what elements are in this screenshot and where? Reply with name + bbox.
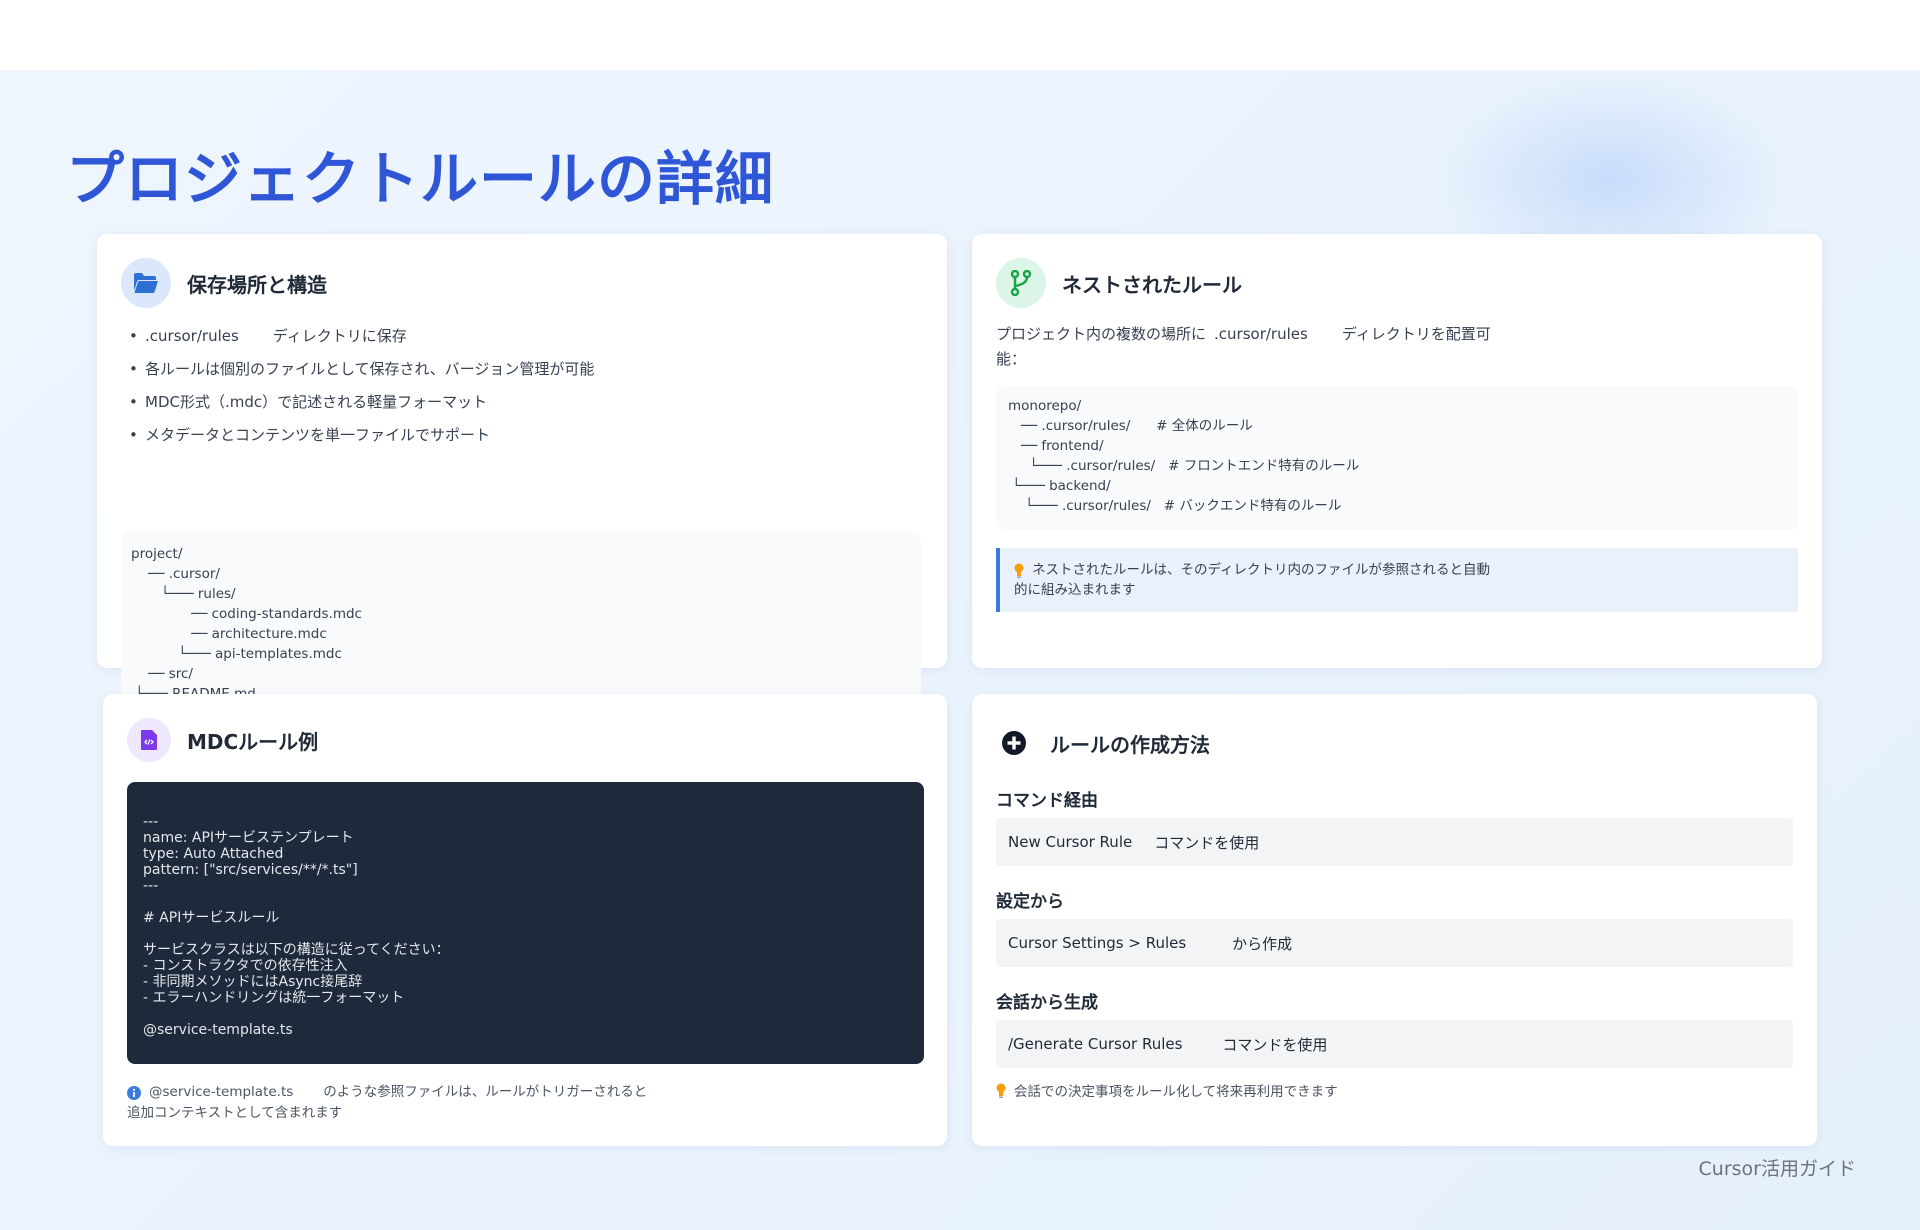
desc-text: 能：: [996, 350, 1027, 368]
method-heading: コマンド経由: [996, 791, 1098, 811]
tree-line: ── .cursor/: [131, 566, 220, 582]
command-name: Cursor Settings > Rules: [1008, 934, 1187, 952]
create-card-title: ルールの作成方法: [1050, 732, 1210, 757]
inline-code: .cursor/rules: [145, 327, 239, 345]
tip-text: 会話での決定事項をルール化して将来再利用できます: [1014, 1084, 1338, 1100]
tree-line: monorepo/: [1008, 398, 1082, 414]
mdc-card-title: MDCルール例: [187, 729, 319, 754]
folder-open-icon: [121, 258, 171, 308]
command-text: コマンドを使用: [1154, 833, 1260, 852]
tree-line: ── .cursor/rules/ # 全体のルール: [1008, 418, 1253, 434]
storage-card-title: 保存場所と構造: [187, 272, 327, 297]
monorepo-tree: monorepo/ ── .cursor/rules/ # 全体のルール ── …: [996, 386, 1798, 530]
command-name: New Cursor Rule: [1008, 833, 1133, 851]
slide-background: プロジェクトルールの詳細 保存場所と構造 .cursor/rules ディレクトリ…: [0, 70, 1920, 1230]
project-tree: project/ ── .cursor/ └─── rules/ ── codi…: [121, 532, 921, 712]
method-command-box: New Cursor Rule コマンドを使用: [996, 818, 1793, 866]
inline-code: @service-template.ts: [149, 1084, 294, 1100]
list-item: 各ルールは個別のファイルとして保存され、バージョン管理が可能: [129, 359, 594, 392]
method-command-box: Cursor Settings > Rules から作成: [996, 919, 1793, 967]
tree-line: └─── backend/: [1008, 478, 1111, 494]
create-rules-card: ルールの作成方法 コマンド経由 New Cursor Rule コマンドを使用 …: [972, 694, 1817, 1146]
list-item: メタデータとコンテンツを単一ファイルでサポート: [129, 425, 594, 458]
storage-card-header: 保存場所と構造: [121, 258, 327, 308]
page-title: プロジェクトルールの詳細: [66, 145, 775, 213]
lightbulb-icon: [996, 1083, 1006, 1098]
nested-rules-card: ネストされたルール プロジェクト内の複数の場所に .cursor/rules ディレ…: [972, 234, 1822, 668]
tree-line: └─── rules/: [131, 586, 236, 602]
method-heading: 設定から: [996, 892, 1064, 912]
mdc-example-card: MDCルール例 --- name: APIサービステンプレート type: Au…: [103, 694, 947, 1146]
tree-line: ── coding-standards.mdc: [131, 606, 362, 622]
lightbulb-icon: [1014, 563, 1024, 578]
tree-line: ── architecture.mdc: [131, 626, 327, 642]
create-card-header: ルールの作成方法: [994, 718, 1210, 768]
command-name: /Generate Cursor Rules: [1008, 1035, 1183, 1053]
method-heading: 会話から生成: [996, 993, 1098, 1013]
info-text: 追加コンテキストとして含まれます: [127, 1105, 343, 1121]
nested-card-header: ネストされたルール: [996, 258, 1242, 308]
nested-note: ネストされたルールは、そのディレクトリ内のファイルが参照されると自動 的に組み込…: [996, 548, 1798, 612]
storage-card: 保存場所と構造 .cursor/rules ディレクトリに保存 各ルールは個別のフ…: [97, 234, 947, 712]
footer-label: Cursor活用ガイド: [1698, 1158, 1856, 1180]
note-text: 的に組み込まれます: [1014, 582, 1136, 598]
mdc-info-text: @service-template.ts のような参照ファイルは、ルールがトリガ…: [127, 1082, 927, 1124]
desc-text: ディレクトリを配置可: [1341, 325, 1491, 343]
bullet-text: ディレクトリに保存: [272, 327, 407, 345]
tree-line: ── frontend/: [1008, 438, 1104, 454]
list-item: MDC形式（.mdc）で記述される軽量フォーマット: [129, 392, 594, 425]
tree-line: └─── api-templates.mdc: [131, 646, 342, 662]
note-text: ネストされたルールは、そのディレクトリ内のファイルが参照されると自動: [1032, 562, 1491, 578]
storage-bullet-list: .cursor/rules ディレクトリに保存 各ルールは個別のファイルとして保存…: [129, 326, 594, 458]
info-text: のような参照ファイルは、ルールがトリガーされると: [323, 1084, 648, 1100]
nested-card-title: ネストされたルール: [1062, 272, 1242, 297]
nested-description: プロジェクト内の複数の場所に .cursor/rules ディレクトリを配置可 能：: [996, 322, 1776, 372]
tree-line: project/: [131, 546, 183, 562]
tree-line: └─── .cursor/rules/ # バックエンド特有のルール: [1008, 498, 1342, 514]
inline-code: .cursor/rules: [1214, 325, 1308, 343]
tree-line: ── src/: [131, 666, 193, 682]
command-text: コマンドを使用: [1222, 1035, 1328, 1054]
list-item: .cursor/rules ディレクトリに保存: [129, 326, 594, 359]
code-file-icon: [127, 718, 171, 762]
desc-text: プロジェクト内の複数の場所に: [996, 325, 1207, 343]
mdc-code-block: --- name: APIサービステンプレート type: Auto Attac…: [127, 782, 924, 1064]
code-branch-icon: [996, 258, 1046, 308]
create-tip: 会話での決定事項をルール化して将来再利用できます: [996, 1080, 1338, 1100]
method-command-box: /Generate Cursor Rules コマンドを使用: [996, 1020, 1793, 1068]
mdc-card-header: MDCルール例: [127, 718, 318, 762]
tree-line: └─── .cursor/rules/ # フロントエンド特有のルール: [1008, 458, 1360, 474]
info-circle-icon: [127, 1085, 141, 1100]
plus-circle-icon: [994, 718, 1034, 768]
command-text: から作成: [1232, 934, 1293, 953]
